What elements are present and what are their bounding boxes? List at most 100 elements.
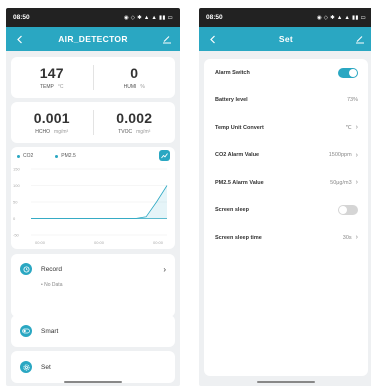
setting-battery-level: Battery level 73% — [204, 87, 368, 115]
back-button[interactable] — [206, 33, 218, 45]
set-label: Set — [41, 363, 51, 371]
y-tick-label: -50 — [13, 233, 20, 238]
setting-label: CO2 Alarm Value — [215, 152, 260, 159]
edit-icon — [355, 36, 364, 44]
setting-value: 1500ppm — [328, 152, 352, 159]
setting-label: Alarm Switch — [215, 69, 250, 76]
legend-dot — [17, 154, 20, 158]
record-card: Record › • No Data — [11, 254, 175, 317]
toggle-icon — [22, 328, 30, 334]
chevron-left-icon — [209, 35, 215, 43]
app-bar: Set — [199, 27, 371, 51]
settings-list: Alarm Switch Battery level 73% Temp Unit… — [204, 59, 368, 376]
x-tick-label: 00:00 — [35, 240, 46, 245]
status-bar: 08:50 ◉ ◇ ✱ ▲ ▲ ▮▮ ▭ — [6, 8, 180, 27]
humi-cell: 0 HUMI% — [94, 57, 176, 98]
temp-label: TEMP — [39, 84, 54, 90]
record-icon-wrap — [20, 263, 32, 275]
gear-icon — [22, 363, 30, 371]
chevron-right-icon: › — [355, 151, 358, 159]
x-tick-label: 00:00 — [153, 240, 164, 245]
y-tick-label: 0 — [13, 216, 16, 221]
alarm-switch-toggle[interactable] — [338, 67, 358, 78]
setting-value: 50μg/m3 — [330, 179, 352, 186]
page-title: Set — [278, 34, 294, 44]
chevron-right-icon: › — [355, 124, 358, 132]
edit-icon — [163, 36, 171, 44]
setting-label: Temp Unit Convert — [215, 124, 264, 131]
status-time: 08:50 — [13, 14, 30, 21]
temp-value: 147 — [39, 65, 64, 81]
chevron-left-icon — [16, 35, 22, 43]
edit-button[interactable] — [161, 33, 173, 45]
set-row[interactable]: Set — [11, 351, 175, 383]
hcho-tvoc-card: 0.001 HCHO mg/m³ 0.002 TVOC mg/m³ — [11, 102, 175, 143]
status-icons: ◉ ◇ ✱ ▲ ▲ ▮▮ ▭ — [316, 14, 366, 21]
record-label: Record — [41, 265, 62, 273]
setting-value: 73% — [346, 97, 358, 104]
set-card[interactable]: Set — [11, 351, 175, 383]
y-tick-label: 50 — [13, 200, 18, 205]
setting-label: PM2.5 Alarm Value — [215, 179, 264, 186]
app-bar: AIR_DETECTOR — [6, 27, 180, 51]
chevron-right-icon: › — [355, 234, 358, 242]
legend-dot — [55, 154, 59, 158]
chart-icon — [161, 153, 168, 159]
legend-pm25[interactable]: PM2.5 — [55, 153, 76, 159]
temp-cell: 147 TEMP °C — [11, 57, 93, 98]
smart-icon-wrap — [20, 325, 32, 337]
clock-icon — [23, 266, 29, 272]
humi-value: 0 — [130, 65, 139, 81]
tvoc-unit: mg/m³ — [136, 129, 151, 135]
humi-unit: % — [140, 84, 145, 90]
status-bar: 08:50 ◉ ◇ ✱ ▲ ▲ ▮▮ ▭ — [199, 8, 371, 27]
gesture-bar — [257, 381, 315, 383]
setting-temp-unit[interactable]: Temp Unit Convert ℃ › — [204, 114, 368, 142]
smart-card[interactable]: Smart — [11, 315, 175, 347]
chart-view-button[interactable] — [159, 150, 170, 161]
legend-label: PM2.5 — [61, 153, 76, 159]
screen-sleep-toggle[interactable] — [338, 205, 358, 216]
smart-row[interactable]: Smart — [11, 315, 175, 347]
setting-screen-sleep[interactable]: Screen sleep — [204, 197, 368, 225]
record-row[interactable]: Record › — [11, 254, 175, 284]
setting-value: 30s — [342, 234, 352, 241]
edit-button[interactable] — [354, 33, 366, 45]
setting-label: Screen sleep — [215, 207, 249, 214]
setting-label: Battery level — [215, 97, 248, 104]
x-tick-label: 00:00 — [94, 240, 105, 245]
chart-legend: CO2 PM2.5 — [17, 153, 169, 159]
tvoc-label: TVOC — [118, 129, 133, 135]
y-tick-label: 150 — [13, 167, 20, 172]
humi-label: HUMI — [123, 84, 137, 90]
page-title: AIR_DETECTOR — [58, 34, 128, 44]
setting-co2-alarm[interactable]: CO2 Alarm Value 1500ppm › — [204, 142, 368, 170]
chevron-right-icon: › — [355, 179, 358, 187]
setting-screen-sleep-time[interactable]: Screen sleep time 30s › — [204, 224, 368, 252]
gesture-bar — [64, 381, 122, 383]
line-chart: 150 100 50 0 -50 00:00 00:00 00:00 — [13, 167, 168, 245]
tvoc-cell: 0.002 TVOC mg/m³ — [94, 102, 176, 143]
chart-card: CO2 PM2.5 150 100 50 0 -50 00:00 00:00 00:00 — [11, 147, 175, 249]
setting-pm25-alarm[interactable]: PM2.5 Alarm Value 50μg/m3 › — [204, 169, 368, 197]
no-data-text: • No Data — [41, 282, 63, 288]
y-tick-label: 100 — [13, 183, 20, 188]
temp-humi-card: 147 TEMP °C 0 HUMI% — [11, 57, 175, 98]
smart-label: Smart — [41, 327, 59, 335]
back-button[interactable] — [13, 33, 25, 45]
hcho-value: 0.001 — [33, 110, 70, 126]
temp-unit: °C — [57, 84, 64, 90]
setting-label: Screen sleep time — [215, 234, 262, 241]
phone-screen-main: 08:50 ◉ ◇ ✱ ▲ ▲ ▮▮ ▭ AIR_DETECTOR 147 TE… — [6, 8, 180, 386]
legend-co2[interactable]: CO2 — [17, 153, 33, 159]
hcho-unit: mg/m³ — [54, 129, 69, 135]
legend-label: CO2 — [23, 153, 34, 159]
toggle-knob — [339, 206, 347, 215]
setting-value: ℃ — [345, 124, 352, 131]
toggle-knob — [349, 68, 357, 77]
status-icons: ◉ ◇ ✱ ▲ ▲ ▮▮ ▭ — [123, 14, 173, 21]
setting-alarm-switch[interactable]: Alarm Switch — [204, 59, 368, 87]
chevron-right-icon: › — [163, 264, 166, 274]
tvoc-value: 0.002 — [116, 110, 153, 126]
status-time: 08:50 — [206, 14, 223, 21]
